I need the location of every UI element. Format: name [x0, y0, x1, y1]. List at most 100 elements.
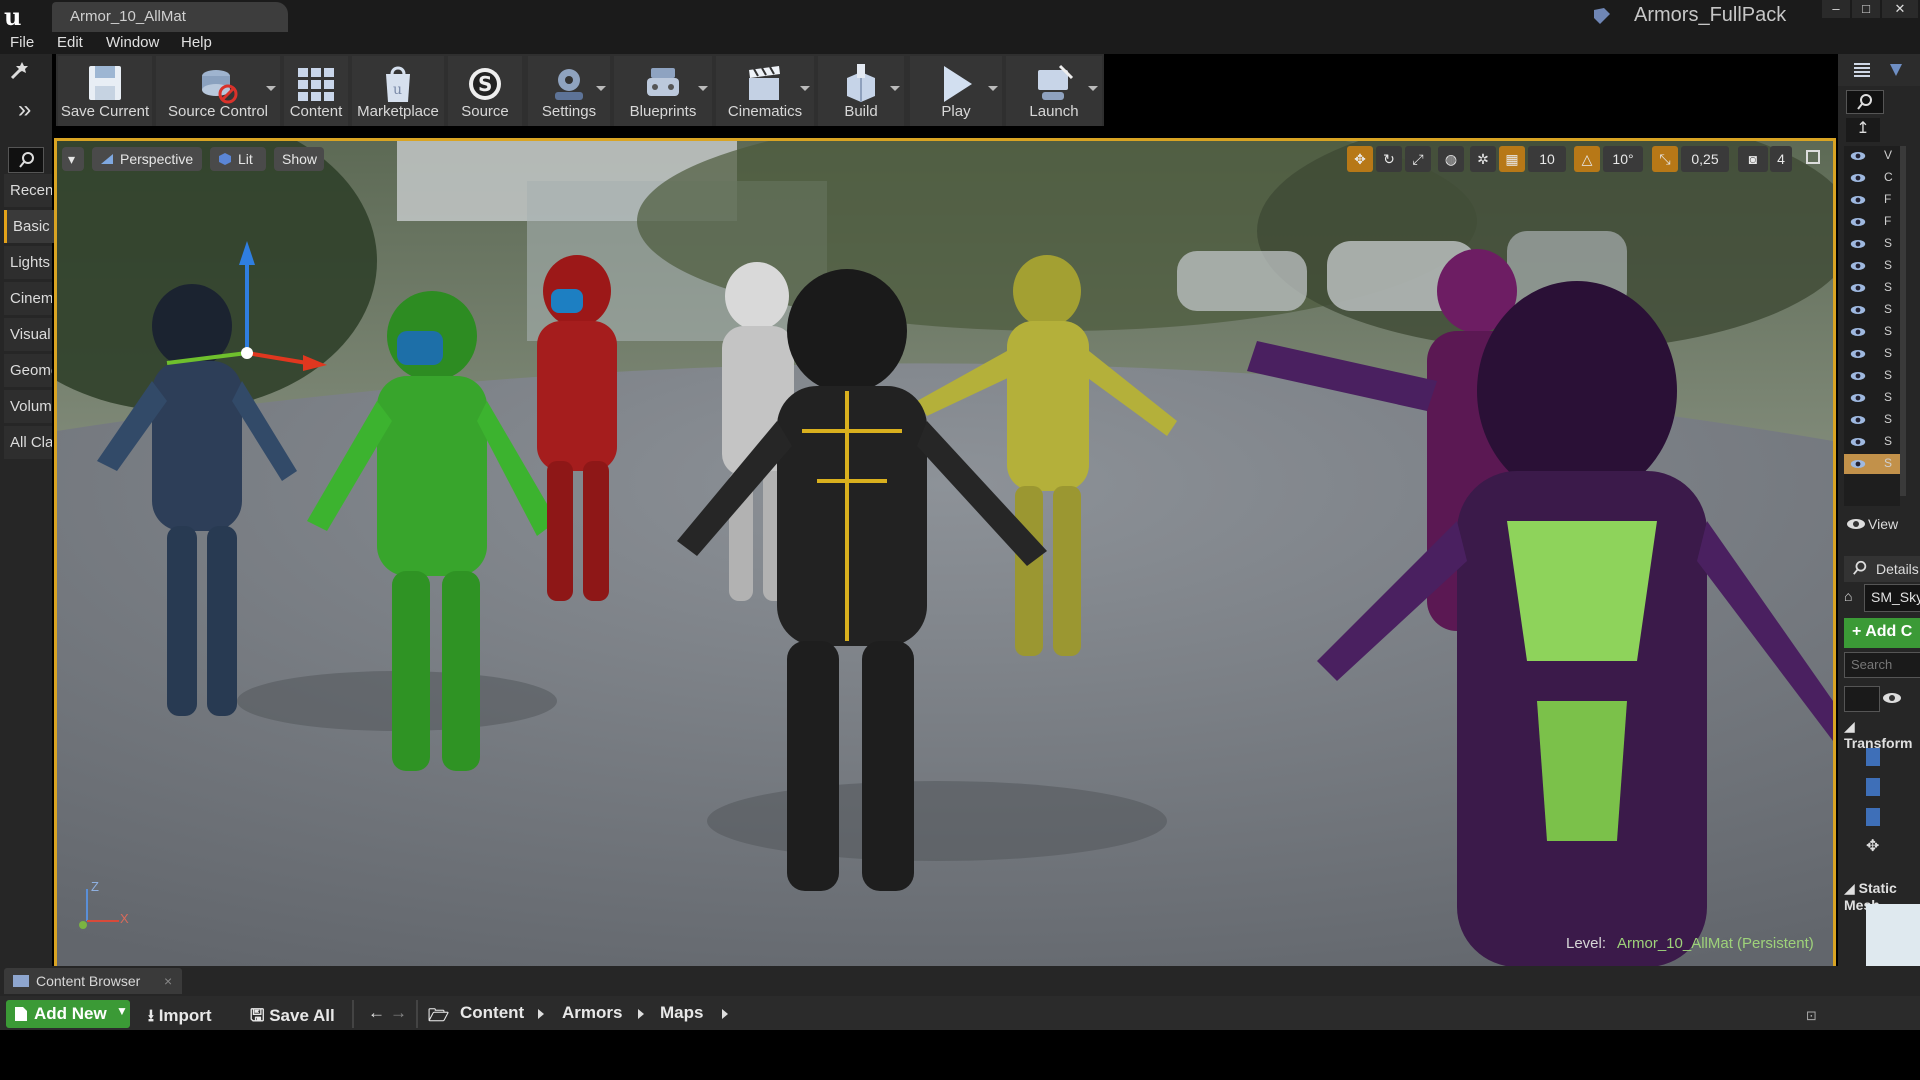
details-tab-icon[interactable] — [1886, 60, 1906, 80]
details-tab[interactable]: Details — [1844, 556, 1920, 582]
details-search-input[interactable]: Search — [1844, 652, 1920, 678]
menu-edit[interactable]: Edit — [57, 34, 83, 51]
rotation-snap-icon[interactable]: △ — [1574, 146, 1600, 172]
visibility-eye-icon[interactable] — [1850, 302, 1866, 318]
visibility-eye-icon[interactable] — [1850, 214, 1866, 230]
launch-button[interactable]: Launch — [1006, 56, 1102, 126]
settings-button[interactable]: Settings — [528, 56, 610, 126]
breadcrumb-armors[interactable]: Armors — [562, 1003, 622, 1023]
play-button[interactable]: Play — [910, 56, 1002, 126]
dropdown-arrow-icon[interactable] — [698, 86, 708, 91]
outliner-row[interactable]: S — [1844, 344, 1900, 364]
dropdown-arrow-icon[interactable] — [596, 86, 606, 91]
visibility-eye-icon[interactable] — [1850, 170, 1866, 186]
save-current-button[interactable]: Save Current — [58, 56, 152, 126]
place-mode-icon[interactable] — [8, 58, 34, 82]
visibility-eye-icon[interactable] — [1850, 368, 1866, 384]
visibility-eye-icon[interactable] — [1850, 390, 1866, 406]
visibility-eye-icon[interactable] — [1850, 148, 1866, 164]
add-component-button[interactable]: + Add C — [1844, 618, 1920, 648]
outliner-row[interactable]: S — [1844, 454, 1900, 474]
outliner-row[interactable]: S — [1844, 278, 1900, 298]
source-control-button[interactable]: Source Control — [156, 56, 280, 126]
outliner-row[interactable]: S — [1844, 300, 1900, 320]
maximize-viewport-icon[interactable] — [1806, 150, 1820, 164]
transform-section-header[interactable]: ◢ Transform — [1844, 718, 1920, 751]
modes-tab-lights[interactable]: Lights — [4, 246, 52, 279]
history-forward-icon[interactable]: → — [390, 1003, 407, 1023]
grid-snap-icon[interactable]: ▦ — [1499, 146, 1525, 172]
rotation-snap-value[interactable]: 10° — [1603, 146, 1643, 172]
outliner-scrollbar[interactable] — [1900, 146, 1906, 496]
minimize-button[interactable]: – — [1822, 0, 1850, 18]
breadcrumb-chevron-icon[interactable] — [538, 1009, 544, 1019]
visibility-eye-icon[interactable] — [1850, 236, 1866, 252]
scale-tool-icon[interactable]: ⤢ — [1405, 146, 1431, 172]
show-button[interactable]: Show — [274, 147, 324, 171]
translate-tool-icon[interactable]: ✥ — [1347, 146, 1373, 172]
level-document-tab[interactable]: Armor_10_AllMat — [52, 2, 288, 32]
modes-tab-recent[interactable]: Recently Placed — [4, 174, 52, 207]
grid-snap-value[interactable]: 10 — [1528, 146, 1566, 172]
outliner-row[interactable]: S — [1844, 388, 1900, 408]
dropdown-arrow-icon[interactable] — [800, 86, 810, 91]
visibility-eye-icon[interactable] — [1850, 324, 1866, 340]
property-matrix-icon[interactable] — [1844, 686, 1880, 712]
outliner-row[interactable]: F — [1844, 190, 1900, 210]
outliner-row[interactable]: S — [1844, 322, 1900, 342]
maximize-button[interactable]: □ — [1852, 0, 1880, 18]
surface-snap-icon[interactable]: ✲ — [1470, 146, 1496, 172]
save-all-button[interactable]: 🖫 Save All — [250, 1003, 335, 1032]
visibility-eye-icon[interactable] — [1850, 456, 1866, 472]
outliner-row[interactable]: S — [1844, 366, 1900, 386]
outliner-row[interactable]: V — [1844, 146, 1900, 166]
visibility-eye-icon[interactable] — [1850, 280, 1866, 296]
view-options-button[interactable]: View — [1847, 516, 1898, 532]
visibility-eye-icon[interactable] — [1850, 346, 1866, 362]
modes-tab-visual[interactable]: Visual Effects — [4, 318, 52, 351]
dropdown-arrow-icon[interactable] — [890, 86, 900, 91]
dropdown-arrow-icon[interactable] — [266, 86, 276, 91]
dropdown-arrow-icon[interactable] — [1088, 86, 1098, 91]
modes-search-input[interactable] — [8, 147, 44, 173]
camera-speed-icon[interactable]: ◙ — [1738, 146, 1768, 172]
outliner-row[interactable]: F — [1844, 212, 1900, 232]
breadcrumb-maps[interactable]: Maps — [660, 1003, 703, 1023]
visibility-filter-icon[interactable] — [1882, 690, 1902, 706]
viewport-scene[interactable]: Z X — [57, 141, 1833, 967]
content-browser-tab[interactable]: Content Browser × — [4, 968, 182, 994]
viewport-options-button[interactable]: ▾ — [62, 147, 84, 171]
outliner-row[interactable]: S — [1844, 432, 1900, 452]
scale-snap-icon[interactable]: ⤡ — [1652, 146, 1678, 172]
outliner-row[interactable]: C — [1844, 168, 1900, 188]
modes-tab-geometry[interactable]: Geometry — [4, 354, 52, 387]
visibility-eye-icon[interactable] — [1850, 434, 1866, 450]
source-button[interactable]: S Source — [448, 56, 522, 126]
modes-tab-basic[interactable]: Basic — [4, 210, 55, 243]
history-back-icon[interactable]: ← — [368, 1003, 385, 1023]
blueprints-button[interactable]: Blueprints — [614, 56, 712, 126]
add-new-button[interactable]: Add New ▼ — [6, 1000, 130, 1028]
dropdown-arrow-icon[interactable] — [988, 86, 998, 91]
camera-speed-value[interactable]: 4 — [1770, 146, 1792, 172]
outliner-row[interactable]: S — [1844, 256, 1900, 276]
import-button[interactable]: ⭳ Import — [148, 1003, 212, 1032]
modes-tab-all-classes[interactable]: All Classes — [4, 426, 52, 459]
visibility-eye-icon[interactable] — [1850, 258, 1866, 274]
menu-window[interactable]: Window — [106, 34, 159, 51]
actor-name-field[interactable]: SM_Sky — [1864, 584, 1920, 612]
menu-file[interactable]: File — [10, 34, 34, 51]
modes-tab-cinematic[interactable]: Cinematic — [4, 282, 52, 315]
menu-help[interactable]: Help — [181, 34, 212, 51]
breadcrumb-content[interactable]: Content — [460, 1003, 524, 1023]
level-viewport[interactable]: Z X — [54, 138, 1836, 970]
visibility-eye-icon[interactable] — [1850, 412, 1866, 428]
marketplace-button[interactable]: u Marketplace — [352, 56, 444, 126]
outliner-row[interactable]: S — [1844, 234, 1900, 254]
breadcrumb-chevron-icon[interactable] — [638, 1009, 644, 1019]
cinematics-button[interactable]: Cinematics — [716, 56, 814, 126]
perspective-button[interactable]: Perspective — [92, 147, 202, 171]
outliner-row[interactable]: S — [1844, 410, 1900, 430]
lock-icon[interactable]: ⊡ — [1806, 1008, 1818, 1023]
static-mesh-thumbnail[interactable] — [1866, 904, 1920, 968]
